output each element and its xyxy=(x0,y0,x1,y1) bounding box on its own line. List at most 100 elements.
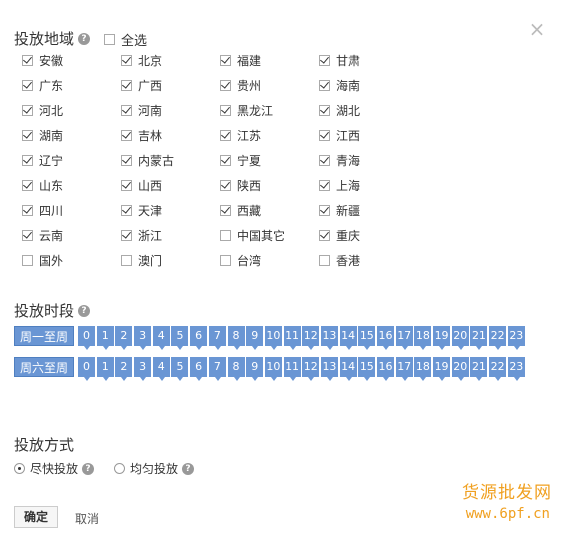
region-item[interactable]: 宁夏 xyxy=(220,152,261,169)
region-checkbox[interactable] xyxy=(319,205,330,216)
region-item[interactable]: 辽宁 xyxy=(22,152,63,169)
region-checkbox[interactable] xyxy=(22,55,33,66)
hour-cell[interactable]: 19 xyxy=(433,357,451,381)
hour-cell[interactable]: 20 xyxy=(451,357,469,381)
hour-cell[interactable]: 5 xyxy=(171,357,189,381)
hour-cell[interactable]: 5 xyxy=(171,326,189,350)
close-icon[interactable]: × xyxy=(528,19,546,39)
hour-cell[interactable]: 14 xyxy=(339,357,357,381)
region-checkbox[interactable] xyxy=(121,105,132,116)
hour-cell[interactable]: 11 xyxy=(283,357,301,381)
hour-cell[interactable]: 15 xyxy=(358,357,376,381)
hour-cell[interactable]: 2 xyxy=(115,326,133,350)
region-checkbox[interactable] xyxy=(22,105,33,116)
region-checkbox[interactable] xyxy=(319,130,330,141)
hour-cell[interactable]: 13 xyxy=(320,326,338,350)
region-checkbox[interactable] xyxy=(319,230,330,241)
region-item[interactable]: 安徽 xyxy=(22,52,63,69)
region-checkbox[interactable] xyxy=(22,255,33,266)
region-checkbox[interactable] xyxy=(319,255,330,266)
help-icon[interactable]: ? xyxy=(78,304,91,317)
hour-cell[interactable]: 3 xyxy=(134,357,152,381)
region-item[interactable]: 云南 xyxy=(22,227,63,244)
region-checkbox[interactable] xyxy=(220,205,231,216)
region-checkbox[interactable] xyxy=(220,80,231,91)
hour-cell[interactable]: 1 xyxy=(96,326,114,350)
region-checkbox[interactable] xyxy=(220,230,231,241)
region-item[interactable]: 湖北 xyxy=(319,102,360,119)
region-checkbox[interactable] xyxy=(319,155,330,166)
region-item[interactable]: 中国其它 xyxy=(220,227,285,244)
region-checkbox[interactable] xyxy=(121,155,132,166)
region-checkbox[interactable] xyxy=(121,205,132,216)
region-item[interactable]: 台湾 xyxy=(220,252,261,269)
region-item[interactable]: 湖南 xyxy=(22,127,63,144)
region-checkbox[interactable] xyxy=(121,230,132,241)
region-item[interactable]: 内蒙古 xyxy=(121,152,174,169)
select-all-checkbox[interactable] xyxy=(104,34,115,45)
region-checkbox[interactable] xyxy=(121,180,132,191)
region-item[interactable]: 陕西 xyxy=(220,177,261,194)
region-item[interactable]: 广东 xyxy=(22,77,63,94)
hour-cell[interactable]: 4 xyxy=(152,326,170,350)
hour-cell[interactable]: 23 xyxy=(507,357,525,381)
hour-cell[interactable]: 8 xyxy=(227,326,245,350)
hour-cell[interactable]: 2 xyxy=(115,357,133,381)
region-checkbox[interactable] xyxy=(121,55,132,66)
region-item[interactable]: 海南 xyxy=(319,77,360,94)
region-checkbox[interactable] xyxy=(22,80,33,91)
hour-cell[interactable]: 20 xyxy=(451,326,469,350)
region-item[interactable]: 北京 xyxy=(121,52,162,69)
region-item[interactable]: 山东 xyxy=(22,177,63,194)
region-item[interactable]: 西藏 xyxy=(220,202,261,219)
region-checkbox[interactable] xyxy=(22,205,33,216)
hour-cell[interactable]: 23 xyxy=(507,326,525,350)
radio-asap[interactable] xyxy=(14,463,25,474)
region-item[interactable]: 国外 xyxy=(22,252,63,269)
region-checkbox[interactable] xyxy=(220,180,231,191)
help-icon[interactable]: ? xyxy=(182,462,195,475)
region-checkbox[interactable] xyxy=(22,180,33,191)
hour-cell[interactable]: 3 xyxy=(134,326,152,350)
region-item[interactable]: 山西 xyxy=(121,177,162,194)
select-all[interactable]: 全选 xyxy=(104,30,147,49)
region-checkbox[interactable] xyxy=(121,80,132,91)
region-item[interactable]: 青海 xyxy=(319,152,360,169)
hour-cell[interactable]: 22 xyxy=(489,357,507,381)
region-item[interactable]: 江苏 xyxy=(220,127,261,144)
hour-cell[interactable]: 4 xyxy=(152,357,170,381)
hour-cell[interactable]: 18 xyxy=(414,357,432,381)
hour-cell[interactable]: 7 xyxy=(208,357,226,381)
hour-cell[interactable]: 15 xyxy=(358,326,376,350)
region-checkbox[interactable] xyxy=(220,255,231,266)
hour-cell[interactable]: 8 xyxy=(227,357,245,381)
region-item[interactable]: 河南 xyxy=(121,102,162,119)
region-item[interactable]: 香港 xyxy=(319,252,360,269)
hour-cell[interactable]: 17 xyxy=(395,357,413,381)
hour-cell[interactable]: 22 xyxy=(489,326,507,350)
region-checkbox[interactable] xyxy=(220,155,231,166)
hour-cell[interactable]: 10 xyxy=(264,357,282,381)
region-item[interactable]: 吉林 xyxy=(121,127,162,144)
region-checkbox[interactable] xyxy=(220,130,231,141)
help-icon[interactable]: ? xyxy=(82,462,95,475)
hour-cell[interactable]: 14 xyxy=(339,326,357,350)
hour-cell[interactable]: 0 xyxy=(78,357,95,381)
hour-cell[interactable]: 16 xyxy=(377,326,394,350)
region-checkbox[interactable] xyxy=(319,80,330,91)
hour-cell[interactable]: 1 xyxy=(96,357,114,381)
region-item[interactable]: 澳门 xyxy=(121,252,162,269)
region-checkbox[interactable] xyxy=(22,230,33,241)
hour-cell[interactable]: 21 xyxy=(470,357,488,381)
region-item[interactable]: 重庆 xyxy=(319,227,360,244)
hour-cell[interactable]: 13 xyxy=(320,357,338,381)
hour-cell[interactable]: 9 xyxy=(246,357,264,381)
hour-cell[interactable]: 21 xyxy=(470,326,488,350)
hour-cell[interactable]: 7 xyxy=(208,326,226,350)
help-icon[interactable]: ? xyxy=(78,32,91,45)
hour-cell[interactable]: 6 xyxy=(190,326,208,350)
hour-cell[interactable]: 12 xyxy=(302,326,320,350)
hour-cell[interactable]: 10 xyxy=(264,326,282,350)
region-item[interactable]: 新疆 xyxy=(319,202,360,219)
region-item[interactable]: 广西 xyxy=(121,77,162,94)
